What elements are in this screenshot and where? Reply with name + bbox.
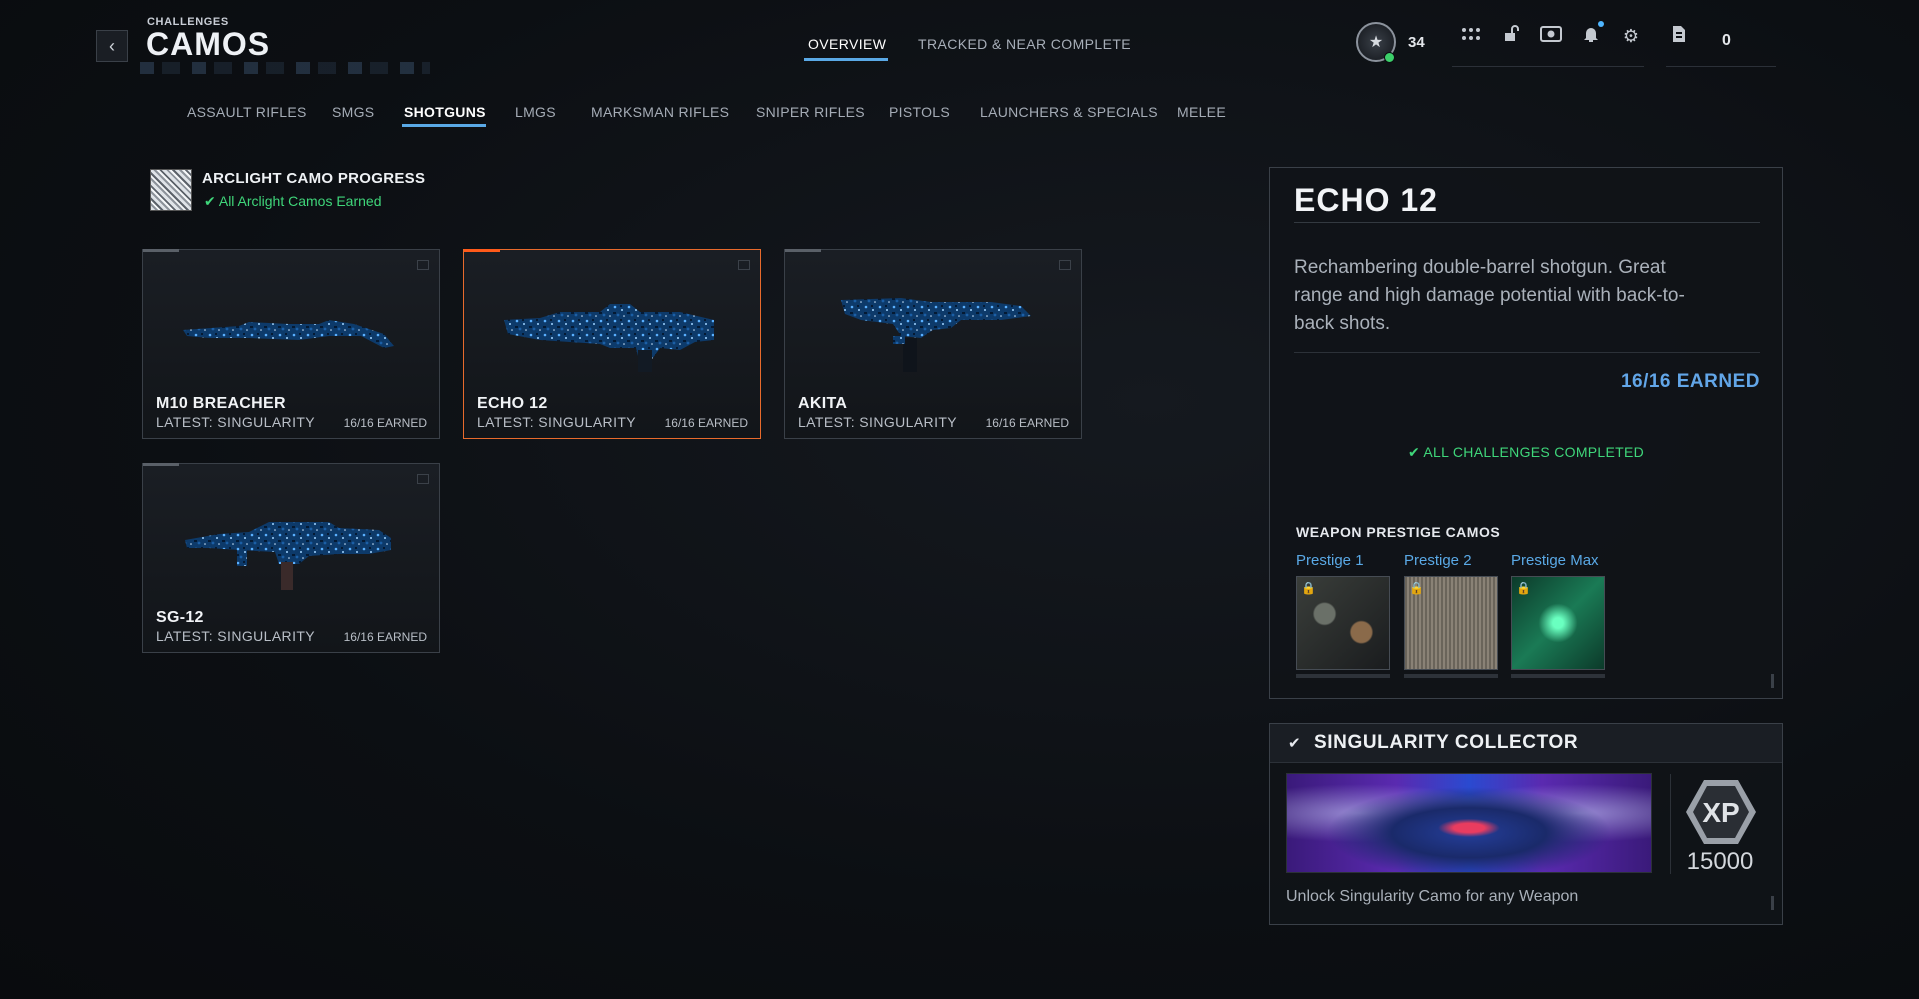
- tab-tracked-near-complete[interactable]: TRACKED & NEAR COMPLETE: [918, 36, 1131, 52]
- tab-assault-rifles[interactable]: ASSAULT RIFLES: [187, 104, 307, 120]
- checkmark-icon: ✔: [1288, 735, 1301, 752]
- weapon-detail-panel: ECHO 12 Rechambering double-barrel shotg…: [1269, 167, 1783, 699]
- hud-divider-2: [1666, 66, 1776, 67]
- card-corner-icon: [417, 260, 429, 270]
- card-progress-tab: [143, 249, 179, 252]
- prestige-camos-heading: WEAPON PRESTIGE CAMOS: [1296, 524, 1501, 540]
- weapon-earned-count: 16/16 EARNED: [985, 416, 1069, 430]
- weapon-name: M10 BREACHER: [156, 395, 286, 412]
- card-corner-icon: [1059, 260, 1071, 270]
- xp-amount: 15000: [1686, 848, 1754, 875]
- scroll-indicator: [1771, 674, 1774, 688]
- weapon-name: AKITA: [798, 395, 848, 412]
- prestige-2-label: Prestige 2: [1404, 552, 1472, 569]
- divider: [1294, 352, 1760, 353]
- title-glitch-decoration: [140, 62, 430, 74]
- weapon-latest-camo: LATEST: SINGULARITY: [798, 414, 958, 430]
- prestige-1-progress: [1296, 674, 1390, 678]
- card-progress-tab: [785, 249, 821, 252]
- akita-image: [841, 298, 1031, 372]
- detail-earned-count: 16/16 EARNED: [1620, 371, 1760, 392]
- arclight-progress-title: ARCLIGHT CAMO PROGRESS: [202, 170, 426, 187]
- tab-melee[interactable]: MELEE: [1177, 104, 1226, 120]
- weapon-card-m10-breacher[interactable]: M10 BREACHER LATEST: SINGULARITY 16/16 E…: [142, 249, 440, 439]
- weapon-latest-camo: LATEST: SINGULARITY: [156, 628, 316, 644]
- checkmark-icon: ✔: [204, 193, 216, 209]
- prestige-max-camo[interactable]: 🔒: [1511, 576, 1605, 670]
- chevron-left-icon: ‹: [109, 35, 115, 56]
- tab-shotguns-underline: [402, 124, 486, 127]
- scroll-indicator: [1771, 896, 1774, 910]
- prestige-max-label: Prestige Max: [1511, 552, 1599, 569]
- card-progress-tab: [464, 249, 500, 252]
- tab-shotguns[interactable]: SHOTGUNS: [404, 104, 486, 120]
- arclight-camo-thumbnail: [150, 169, 192, 211]
- notifications-icon[interactable]: [1578, 21, 1604, 48]
- echo-12-image: [504, 304, 714, 372]
- singularity-camo-image: [1286, 773, 1652, 873]
- weapon-card-akita[interactable]: AKITA LATEST: SINGULARITY 16/16 EARNED: [784, 249, 1082, 439]
- menu-grid-icon[interactable]: [1458, 26, 1484, 47]
- lock-icon: 🔒: [1301, 581, 1316, 595]
- lock-icon: 🔒: [1516, 581, 1531, 595]
- hud-icons: ⚙: [1458, 21, 1692, 49]
- intel-icon[interactable]: [1538, 25, 1564, 48]
- page-title: CAMOS: [146, 26, 271, 62]
- checkmark-icon: ✔: [1407, 444, 1420, 460]
- card-corner-icon: [738, 260, 750, 270]
- prestige-2-progress: [1404, 674, 1498, 678]
- weapon-earned-count: 16/16 EARNED: [343, 416, 427, 430]
- tab-pistols[interactable]: PISTOLS: [889, 104, 950, 120]
- divider: [1294, 222, 1760, 223]
- store-icon[interactable]: [1498, 25, 1524, 48]
- xp-badge-icon: XP: [1686, 780, 1756, 844]
- weapon-card-sg-12[interactable]: SG-12 LATEST: SINGULARITY 16/16 EARNED: [142, 463, 440, 653]
- player-level: 34: [1408, 34, 1425, 51]
- cod-points-amount: 0: [1722, 32, 1731, 49]
- detail-description: Rechambering double-barrel shotgun. Grea…: [1294, 257, 1685, 334]
- weapon-earned-count: 16/16 EARNED: [664, 416, 748, 430]
- weapon-name: ECHO 12: [477, 395, 548, 412]
- weapon-name: SG-12: [156, 609, 204, 626]
- card-progress-tab: [143, 463, 179, 466]
- settings-icon[interactable]: ⚙: [1618, 26, 1644, 47]
- sg-12-image: [185, 522, 391, 590]
- collector-header: ✔ SINGULARITY COLLECTOR: [1270, 724, 1782, 763]
- collector-description: Unlock Singularity Camo for any Weapon: [1286, 888, 1579, 905]
- tab-smgs[interactable]: SMGS: [332, 104, 374, 120]
- tab-marksman-rifles[interactable]: MARKSMAN RIFLES: [591, 104, 729, 120]
- arclight-status: ✔ All Arclight Camos Earned: [204, 193, 382, 209]
- cod-points-icon[interactable]: [1666, 24, 1692, 49]
- tab-launchers-specials[interactable]: LAUNCHERS & SPECIALS: [980, 104, 1158, 120]
- prestige-1-label: Prestige 1: [1296, 552, 1364, 569]
- weapon-latest-camo: LATEST: SINGULARITY: [156, 414, 316, 430]
- hud-divider: [1452, 66, 1644, 67]
- tab-overview[interactable]: OVERVIEW: [808, 36, 886, 52]
- challenges-complete-status: ✔ ALL CHALLENGES COMPLETED: [1407, 444, 1645, 460]
- tab-sniper-rifles[interactable]: SNIPER RIFLES: [756, 104, 865, 120]
- collector-title: SINGULARITY COLLECTOR: [1314, 732, 1579, 753]
- weapon-latest-camo: LATEST: SINGULARITY: [477, 414, 637, 430]
- detail-title: ECHO 12: [1294, 182, 1438, 218]
- prestige-max-progress: [1511, 674, 1605, 678]
- m10-breacher-image: [183, 320, 394, 348]
- prestige-1-camo[interactable]: 🔒: [1296, 576, 1390, 670]
- card-corner-icon: [417, 474, 429, 484]
- notification-dot: [1598, 21, 1604, 27]
- lock-icon: 🔒: [1409, 581, 1424, 595]
- xp-label: XP: [1702, 797, 1739, 828]
- tab-lmgs[interactable]: LMGS: [515, 104, 556, 120]
- singularity-collector-panel: ✔ SINGULARITY COLLECTOR XP 15000 Unlock …: [1269, 723, 1783, 925]
- weapon-earned-count: 16/16 EARNED: [343, 630, 427, 644]
- back-button[interactable]: ‹: [96, 30, 128, 62]
- online-status-icon: [1384, 52, 1395, 63]
- prestige-2-camo[interactable]: 🔒: [1404, 576, 1498, 670]
- tab-overview-underline: [804, 58, 888, 61]
- weapon-card-echo-12[interactable]: ECHO 12 LATEST: SINGULARITY 16/16 EARNED: [463, 249, 761, 439]
